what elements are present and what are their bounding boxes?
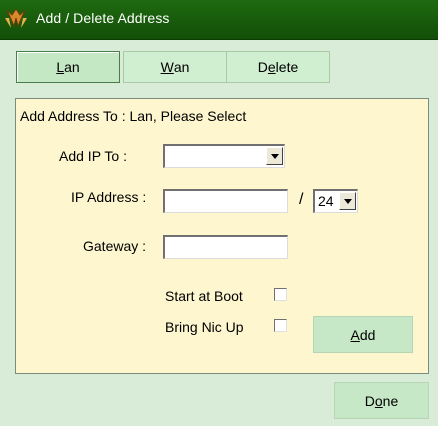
netmask-value: 24: [318, 193, 334, 209]
tab-wan-label: an: [173, 59, 190, 75]
done-button-mnemonic: o: [374, 392, 383, 409]
done-button-label: ne: [382, 392, 399, 409]
form-heading: Add Address To : Lan, Please Select: [20, 108, 247, 124]
tab-delete[interactable]: De lete: [226, 51, 330, 83]
tab-wan[interactable]: Wan: [123, 51, 227, 83]
tab-delete-mnemonic: e: [267, 59, 276, 75]
ip-address-input[interactable]: [163, 189, 288, 213]
add-button-label: dd: [359, 326, 376, 343]
done-button[interactable]: Do ne: [334, 382, 429, 419]
add-button-mnemonic: A: [350, 326, 360, 343]
window-title: Add / Delete Address: [36, 10, 170, 26]
netmask-slash: /: [299, 191, 304, 208]
add-ip-to-select[interactable]: [163, 144, 285, 168]
gateway-label: Gateway :: [83, 238, 147, 254]
add-ip-to-label: Add IP To :: [59, 148, 127, 164]
start-at-boot-checkbox[interactable]: [274, 288, 287, 301]
title-bar[interactable]: Add / Delete Address: [0, 0, 438, 40]
tab-delete-prefix: D: [257, 59, 268, 75]
gateway-input[interactable]: [163, 235, 288, 259]
done-button-prefix: D: [364, 392, 375, 409]
bring-nic-up-checkbox[interactable]: [274, 319, 287, 332]
bring-nic-up-label: Bring Nic Up: [165, 319, 244, 335]
tab-lan[interactable]: Lan: [16, 51, 120, 83]
ip-address-label: IP Address :: [71, 189, 147, 205]
tab-wan-mnemonic: W: [160, 59, 174, 75]
app-logo-icon: [5, 8, 27, 28]
start-at-boot-label: Start at Boot: [165, 288, 243, 304]
tab-delete-label: lete: [275, 59, 299, 75]
tab-lan-mnemonic: L: [56, 59, 65, 75]
chevron-down-icon[interactable]: [339, 192, 356, 210]
add-button[interactable]: Add: [313, 316, 413, 353]
netmask-select[interactable]: 24: [313, 189, 358, 213]
add-delete-address-window: Add / Delete Address Lan Wan De lete Add …: [0, 0, 438, 426]
tab-lan-label: an: [64, 59, 80, 75]
chevron-down-icon[interactable]: [266, 147, 283, 165]
address-form-panel: Add Address To : Lan, Please Select Add …: [15, 98, 429, 374]
